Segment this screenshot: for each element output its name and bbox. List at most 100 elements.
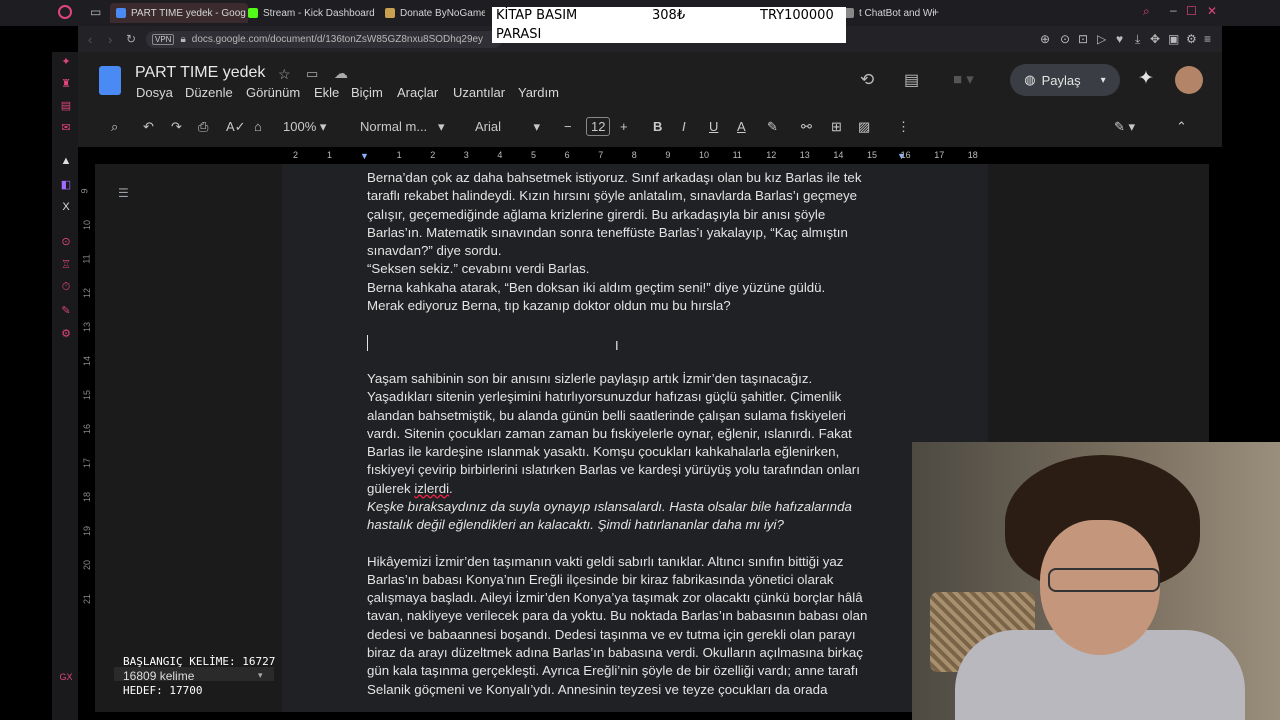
browser-tab[interactable]: t ChatBot and Wi	[844, 3, 934, 23]
document-line: gülerek izlerdi.	[367, 480, 453, 496]
reload-icon[interactable]: ↻	[126, 32, 136, 46]
share-button[interactable]: ◍ Paylaş ▾	[1010, 64, 1120, 96]
gemini-icon[interactable]: ✦	[1138, 67, 1154, 90]
menu-icon[interactable]: ≡	[1204, 32, 1211, 46]
ruler-number: 1	[327, 150, 333, 160]
document-line: Yaşadıkları sitenin yerleşimini hatırlıy…	[367, 389, 842, 405]
document-line: alandan bahsetmiştik, bu alanda günün be…	[367, 407, 846, 423]
play-icon[interactable]: ▷	[1097, 32, 1106, 46]
menu-item[interactable]: Uzantılar	[453, 85, 505, 100]
menu-item[interactable]: Yardım	[518, 85, 559, 100]
underline-icon[interactable]: U	[709, 119, 718, 134]
menu-item[interactable]: Dosya	[136, 85, 173, 100]
print-icon[interactable]: ⎙	[198, 119, 208, 135]
minimize-icon[interactable]: –	[1170, 3, 1177, 17]
chat-icon[interactable]: ▤	[59, 99, 73, 112]
editing-mode-icon[interactable]: ✎ ▾	[1114, 119, 1135, 135]
tab-label: PART TIME yedek - Goog	[131, 7, 246, 19]
ruler-number: 4	[497, 150, 503, 160]
word-count-dropdown-icon[interactable]: ▾	[258, 670, 263, 681]
font-select[interactable]: Arial ▾	[475, 119, 540, 135]
insert-image-icon[interactable]: ▨	[858, 119, 870, 135]
kick-icon[interactable]: ▲	[59, 155, 73, 167]
mail-icon[interactable]: ✉	[59, 121, 73, 134]
vertical-ruler-number: 13	[82, 321, 93, 333]
collapse-toolbar-icon[interactable]: ⌃	[1176, 119, 1187, 135]
left-indent-marker[interactable]: ▼	[360, 151, 369, 161]
comments-icon[interactable]: ▤	[904, 70, 919, 90]
search-icon[interactable]: ⌕	[1143, 4, 1150, 19]
decrease-font-icon[interactable]: −	[564, 119, 572, 134]
bookmark-icon[interactable]: ⚙	[59, 327, 73, 340]
spelling-error-word[interactable]: izlerdi	[414, 481, 449, 496]
gx-icon[interactable]: GX	[59, 672, 73, 682]
url-field[interactable]: VPN 🔒︎ docs.google.com/document/d/136ton…	[146, 31, 502, 48]
extensions-icon[interactable]: ✥	[1150, 32, 1160, 46]
italic-icon[interactable]: I	[682, 119, 686, 134]
undo-icon[interactable]: ↶	[143, 119, 154, 135]
increase-font-icon[interactable]: +	[620, 119, 628, 134]
crop-icon[interactable]: ⊡	[1078, 32, 1088, 46]
outline-icon[interactable]: ☰	[118, 186, 129, 200]
notes-icon[interactable]: ✎	[59, 304, 73, 317]
spellcheck-icon[interactable]: A✓	[226, 119, 246, 135]
zoom-select[interactable]: 100% ▾	[283, 119, 326, 135]
style-select[interactable]: Normal m... ▾	[360, 119, 445, 135]
speed-dial-icon[interactable]: ♜	[59, 77, 73, 90]
new-tab-icon[interactable]: +	[932, 5, 939, 19]
vertical-ruler-number: 17	[82, 457, 93, 469]
browser-tab[interactable]: Stream - Kick Dashboard	[248, 3, 376, 23]
link-icon[interactable]: ⚯	[801, 119, 812, 135]
move-folder-icon[interactable]: ▭	[306, 66, 318, 82]
browser-tab[interactable]: PART TIME yedek - Goog✕	[110, 3, 248, 23]
webcam-glasses	[1048, 568, 1160, 592]
snapshot-icon[interactable]: ⊙	[1060, 32, 1070, 46]
paint-format-icon[interactable]: ⌂	[254, 119, 262, 134]
browser-logo-icon[interactable]	[58, 5, 72, 19]
document-line: biraz da arayı düzeltmek adına Barlas’ın…	[367, 645, 863, 661]
bold-icon[interactable]: B	[653, 119, 662, 134]
more-options-icon[interactable]: ⋮	[897, 119, 910, 135]
close-window-icon[interactable]: ✕	[1207, 4, 1217, 18]
browser-tab[interactable]: Donate ByNoGame -	[385, 3, 485, 23]
document-title[interactable]: PART TIME yedek	[135, 64, 265, 82]
x-icon[interactable]: X	[59, 201, 73, 213]
version-history-icon[interactable]: ⟲	[860, 70, 874, 90]
menu-item[interactable]: Biçim	[351, 85, 383, 100]
docs-logo-icon[interactable]	[99, 66, 121, 95]
text-color-icon[interactable]: A	[737, 119, 746, 134]
history-icon[interactable]: ⏱	[59, 281, 73, 294]
font-size-field[interactable]: 12	[586, 117, 611, 136]
star-icon[interactable]: ☆	[278, 66, 291, 83]
redo-icon[interactable]: ↷	[171, 119, 182, 135]
heart-icon[interactable]: ♥	[1116, 32, 1123, 46]
tab-manager-icon[interactable]: ▭	[90, 5, 101, 19]
menu-item[interactable]: Ekle	[314, 85, 339, 100]
back-icon[interactable]: ‹	[88, 32, 92, 47]
share-dropdown-icon[interactable]: ▾	[1101, 75, 1106, 86]
player-icon[interactable]: ⊙	[59, 235, 73, 248]
meet-icon[interactable]: ■ ▾	[953, 70, 974, 88]
vertical-ruler-number: 18	[82, 491, 93, 503]
highlight-icon[interactable]: ✎	[767, 119, 778, 135]
zoom-icon[interactable]: ⊕	[1040, 32, 1050, 46]
document-line: gün kala taşınma gerçekleşti. Ayrıca Ere…	[367, 663, 859, 679]
account-avatar[interactable]	[1175, 66, 1203, 94]
maximize-icon[interactable]: ☐	[1186, 4, 1197, 18]
share-label: Paylaş	[1041, 72, 1081, 88]
menu-item[interactable]: Araçlar	[397, 85, 438, 100]
add-comment-icon[interactable]: ⊞	[831, 119, 842, 135]
document-line: “Seksen sekiz.” cevabını verdi Barlas.	[367, 261, 590, 277]
menu-item[interactable]: Düzenle	[185, 85, 233, 100]
tasks-icon[interactable]: ♖	[59, 258, 73, 271]
download-icon[interactable]: ⤓	[1135, 32, 1140, 47]
vpn-badge[interactable]: VPN	[152, 34, 175, 45]
wallet-icon[interactable]: ▣	[1168, 32, 1179, 46]
ai-icon[interactable]: ✦	[59, 55, 73, 68]
forward-icon[interactable]: ›	[108, 32, 112, 47]
twitch-icon[interactable]: ◧	[59, 178, 73, 191]
menu-item[interactable]: Görünüm	[246, 85, 300, 100]
document-line: tavan, nakliyeye verilecek para da yoktu…	[367, 608, 868, 624]
search-menus-icon[interactable]: ⌕	[111, 119, 118, 135]
settings-icon[interactable]: ⚙	[1186, 32, 1197, 46]
